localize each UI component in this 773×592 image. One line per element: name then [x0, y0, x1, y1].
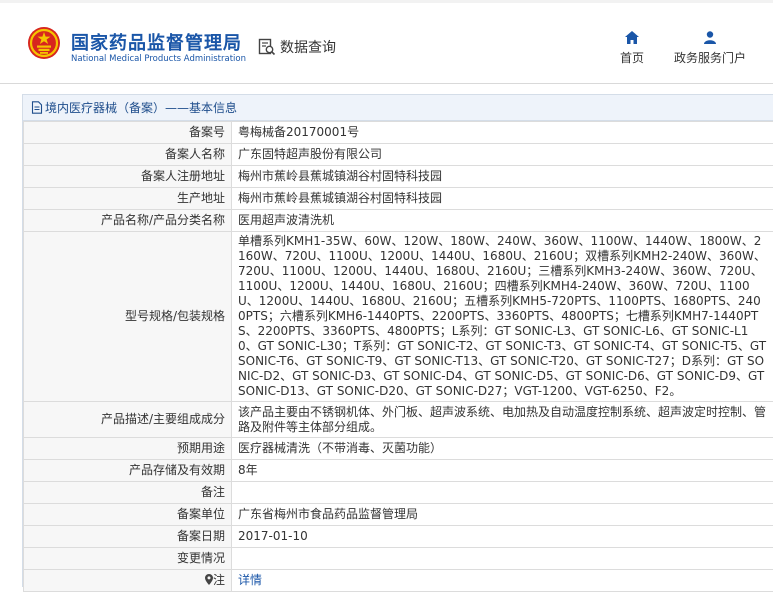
site-header: 国家药品监督管理局 National Medical Products Admi… — [0, 3, 773, 84]
nav-home-label: 首页 — [620, 49, 644, 66]
data-query-link[interactable]: 数据查询 — [258, 37, 336, 57]
field-value: 梅州市蕉岭县蕉城镇湖谷村固特科技园 — [232, 166, 773, 188]
home-icon — [625, 31, 639, 44]
table-row: 备案号 粤梅械备20170001号 — [24, 122, 773, 144]
data-query-label: 数据查询 — [280, 37, 336, 57]
field-label: 备案人名称 — [24, 144, 232, 166]
detail-link[interactable]: 详情 — [238, 573, 262, 587]
field-value: 该产品主要由不锈钢机体、外门板、超声波系统、电加热及自动温度控制系统、超声波定时… — [232, 402, 773, 438]
field-label: 型号规格/包装规格 — [24, 232, 232, 402]
field-label: 生产地址 — [24, 188, 232, 210]
field-value: 8年 — [232, 460, 773, 482]
field-value — [232, 548, 773, 570]
table-row: 备案人名称 广东固特超声股份有限公司 — [24, 144, 773, 166]
nav-service-portal[interactable]: 政务服务门户 — [674, 31, 746, 66]
note-label-cell: 注 — [24, 570, 232, 592]
search-document-icon — [258, 38, 276, 56]
field-value: 医用超声波清洗机 — [232, 210, 773, 232]
table-row: 备注 — [24, 482, 773, 504]
field-value: 梅州市蕉岭县蕉城镇湖谷村固特科技园 — [232, 188, 773, 210]
table-row: 产品描述/主要组成成分 该产品主要由不锈钢机体、外门板、超声波系统、电加热及自动… — [24, 402, 773, 438]
field-value-cell: 详情 — [232, 570, 773, 592]
field-label: 产品描述/主要组成成分 — [24, 402, 232, 438]
detail-table: 备案号 粤梅械备20170001号 备案人名称 广东固特超声股份有限公司 备案人… — [23, 121, 773, 592]
table-row: 型号规格/包装规格 单槽系列KMH1-35W、60W、120W、180W、240… — [24, 232, 773, 402]
detail-panel: 境内医疗器械（备案）——基本信息 备案号 粤梅械备20170001号 备案人名称… — [22, 94, 773, 587]
field-value: 2017-01-10 — [232, 526, 773, 548]
field-label: 备案号 — [24, 122, 232, 144]
table-row: 生产地址 梅州市蕉岭县蕉城镇湖谷村固特科技园 — [24, 188, 773, 210]
panel-header: 境内医疗器械（备案）——基本信息 — [23, 95, 773, 121]
field-label: 预期用途 — [24, 438, 232, 460]
table-row: 变更情况 — [24, 548, 773, 570]
table-row: 备案单位 广东省梅州市食品药品监督管理局 — [24, 504, 773, 526]
table-row: 注 详情 — [24, 570, 773, 592]
field-label: 备案人注册地址 — [24, 166, 232, 188]
field-label: 产品名称/产品分类名称 — [24, 210, 232, 232]
field-label: 备案日期 — [24, 526, 232, 548]
site-name: 国家药品监督管理局 — [71, 29, 242, 55]
field-value: 广东固特超声股份有限公司 — [232, 144, 773, 166]
field-value: 广东省梅州市食品药品监督管理局 — [232, 504, 773, 526]
map-pin-icon — [205, 574, 213, 585]
site-name-english: National Medical Products Administration — [71, 54, 246, 64]
field-label: 变更情况 — [24, 548, 232, 570]
nav-home[interactable]: 首页 — [620, 31, 644, 66]
field-value: 粤梅械备20170001号 — [232, 122, 773, 144]
national-emblem-icon — [27, 26, 61, 60]
panel-title: 境内医疗器械（备案）——基本信息 — [45, 99, 237, 116]
document-icon — [31, 101, 43, 114]
table-row: 备案人注册地址 梅州市蕉岭县蕉城镇湖谷村固特科技园 — [24, 166, 773, 188]
table-row: 预期用途 医疗器械清洗（不带消毒、灭菌功能） — [24, 438, 773, 460]
user-icon — [703, 31, 717, 44]
table-row: 产品名称/产品分类名称 医用超声波清洗机 — [24, 210, 773, 232]
field-value — [232, 482, 773, 504]
table-row: 产品存储及有效期 8年 — [24, 460, 773, 482]
field-label: 备案单位 — [24, 504, 232, 526]
table-row: 备案日期 2017-01-10 — [24, 526, 773, 548]
field-label: 备注 — [24, 482, 232, 504]
field-label: 产品存储及有效期 — [24, 460, 232, 482]
field-value: 医疗器械清洗（不带消毒、灭菌功能） — [232, 438, 773, 460]
field-value: 单槽系列KMH1-35W、60W、120W、180W、240W、360W、110… — [232, 232, 773, 402]
field-label: 注 — [213, 573, 225, 587]
nav-service-portal-label: 政务服务门户 — [674, 49, 746, 66]
